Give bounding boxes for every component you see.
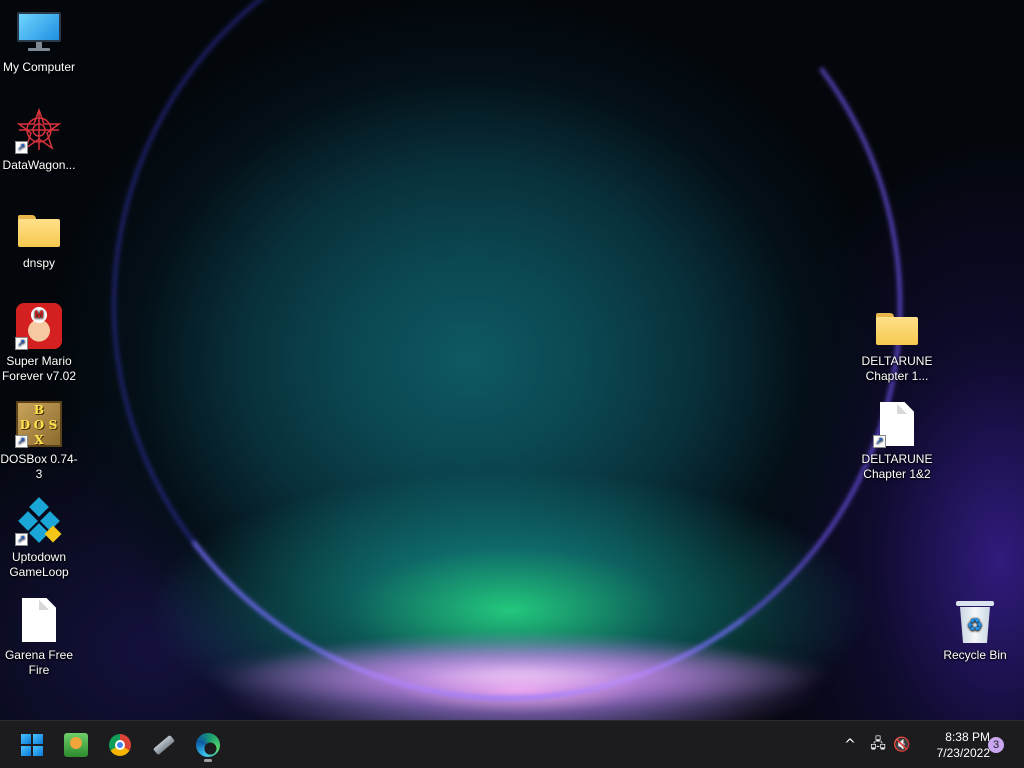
desktop-icon-gameloop[interactable]: ↗ Uptodown GameLoop (0, 497, 78, 580)
mario-m-letter: M (31, 307, 47, 323)
usb-drive-icon (153, 734, 175, 756)
chrome-icon (109, 734, 131, 756)
dosbox-icon: B DOS X ↗ (15, 400, 63, 448)
wallpaper-orb-rim (60, 0, 954, 720)
desktop-icon-label: dnspy (22, 256, 56, 270)
desktop-icon-deltarune-folder[interactable]: DELTARUNE Chapter 1... (858, 302, 936, 384)
desktop-icon-label: DataWagon... (2, 158, 76, 172)
desktop-icon-deltarune-shortcut[interactable]: ↗ DELTARUNE Chapter 1&2 (858, 400, 936, 482)
gameloop-icon: ↗ (15, 497, 63, 546)
picture-app-icon (64, 733, 88, 757)
desktop-icon-datawagon[interactable]: ↗ DataWagon... (0, 106, 78, 173)
edge-icon (196, 733, 220, 757)
desktop-icon-label: DELTARUNE Chapter 1&2 (861, 452, 933, 481)
desktop-icon-label: Super Mario Forever v7.02 (1, 354, 77, 383)
network-icon[interactable]: 🖧 (866, 733, 890, 757)
desktop-icon-label: Garena Free Fire (4, 648, 74, 677)
taskbar-app-chrome[interactable] (102, 727, 138, 763)
mario-icon: M ↗ (15, 302, 63, 350)
dosbox-letter: D (19, 418, 31, 432)
wallpaper-orb-glow (200, 640, 840, 710)
taskbar-app-edge[interactable] (190, 727, 226, 763)
dosbox-letter: X (34, 433, 44, 447)
dosbox-letter: O (33, 418, 45, 432)
windows-start-icon (21, 734, 43, 756)
taskbar-app-usb[interactable] (146, 727, 182, 763)
desktop-icon-dosbox[interactable]: B DOS X ↗ DOSBox 0.74-3 (0, 400, 78, 482)
desktop-icon-super-mario[interactable]: M ↗ Super Mario Forever v7.02 (0, 302, 78, 384)
running-indicator (204, 759, 212, 762)
shortcut-arrow-icon: ↗ (15, 337, 28, 350)
datawagon-icon: ↗ (15, 106, 63, 154)
dosbox-letter: S (48, 418, 58, 432)
document-icon (15, 596, 63, 644)
clock-time: 8:38 PM (945, 730, 990, 744)
shortcut-arrow-icon: ↗ (15, 141, 28, 154)
show-hidden-icons-chevron-icon[interactable]: ^ (838, 733, 862, 757)
desktop-icon-label: DELTARUNE Chapter 1... (861, 354, 933, 383)
volume-muted-icon[interactable]: 🔇 (890, 733, 914, 757)
desktop-icon-label: Recycle Bin (943, 648, 1007, 662)
desktop-icon-my-computer[interactable]: My Computer (0, 8, 78, 75)
start-button[interactable] (14, 727, 50, 763)
document-icon: ↗ (873, 400, 921, 448)
desktop-icon-garena-free-fire[interactable]: Garena Free Fire (0, 596, 78, 678)
folder-icon (15, 204, 63, 252)
shortcut-arrow-icon: ↗ (15, 533, 28, 546)
notification-badge[interactable]: 3 (988, 737, 1004, 753)
desktop-icon-label: Uptodown GameLoop (9, 550, 69, 579)
desktop-icon-label: DOSBox 0.74-3 (0, 452, 78, 481)
shortcut-arrow-icon: ↗ (15, 435, 28, 448)
desktop-icon-label: My Computer (2, 60, 76, 74)
desktop-icon-dnspy[interactable]: dnspy (0, 204, 78, 271)
recycle-bin-icon: ♻ (951, 596, 999, 644)
taskbar-app-picture[interactable] (58, 727, 94, 763)
folder-icon (873, 302, 921, 350)
recycle-symbol: ♻ (960, 607, 990, 643)
taskbar-clock[interactable]: 8:38 PM 7/23/2022 (918, 729, 990, 761)
clock-date: 7/23/2022 (936, 746, 990, 760)
dosbox-letter: B (33, 403, 45, 417)
shortcut-arrow-icon: ↗ (873, 435, 886, 448)
taskbar: ^ 🖧 🔇 8:38 PM 7/23/2022 3 (0, 720, 1024, 768)
computer-icon (15, 8, 63, 56)
desktop-icon-recycle-bin[interactable]: ♻ Recycle Bin (936, 596, 1014, 663)
